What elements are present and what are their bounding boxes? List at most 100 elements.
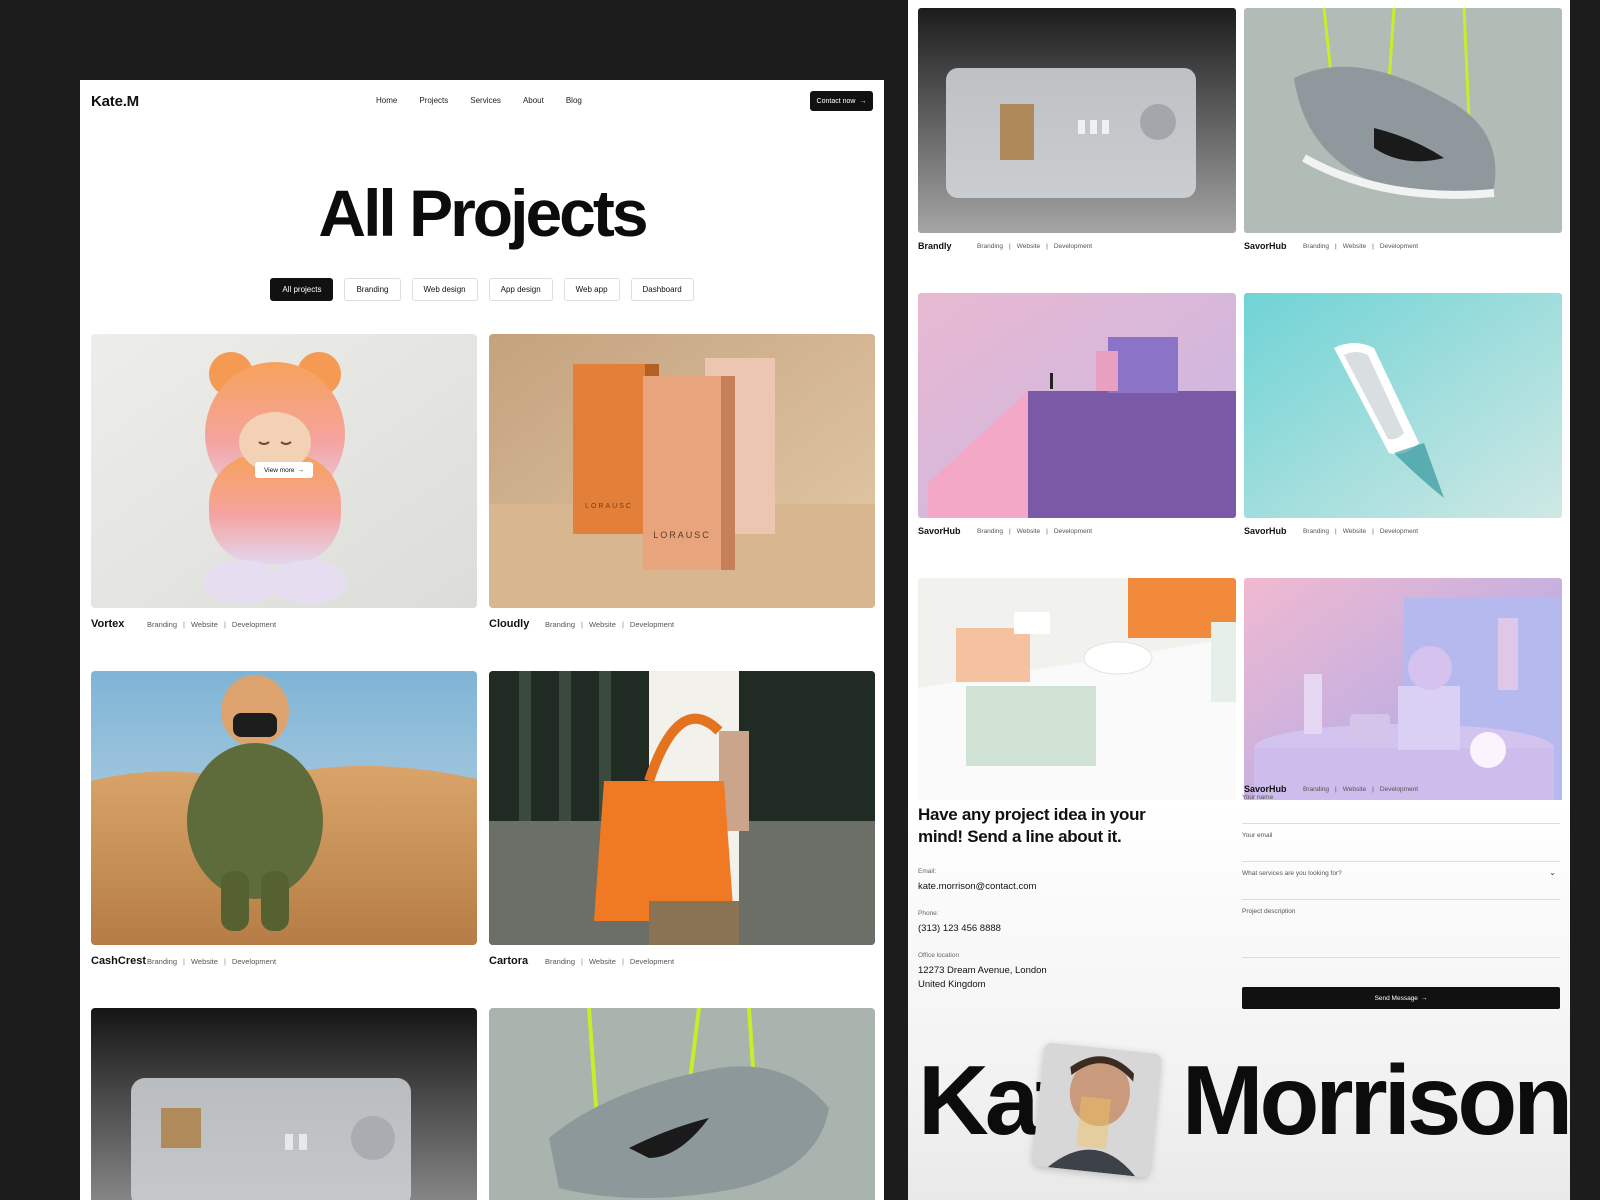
- office-line1: 12273 Dream Avenue, London: [918, 965, 1047, 976]
- boat-water-image: [1244, 293, 1562, 518]
- portrait-image: [1031, 1042, 1163, 1178]
- email-placeholder: Your email: [1242, 832, 1273, 839]
- project-card[interactable]: [1244, 578, 1562, 803]
- phone-value[interactable]: (313) 123 456 8888: [918, 922, 1001, 936]
- project-title: Cloudly: [489, 618, 530, 630]
- description-field[interactable]: Project description: [1242, 900, 1560, 958]
- phone-label: Phone:: [918, 910, 939, 917]
- footer-name: Kat Morrison: [918, 1050, 1570, 1150]
- page-title: All Projects: [318, 176, 648, 250]
- nav-about[interactable]: About: [523, 96, 544, 105]
- project-title: Brandly: [918, 241, 952, 251]
- tag: Development: [1379, 242, 1419, 250]
- product-blocks-image: [918, 578, 1236, 803]
- view-more-button[interactable]: View more →: [255, 462, 313, 478]
- nav-blog[interactable]: Blog: [566, 96, 582, 105]
- project-image[interactable]: LORAUSC LORAUSC: [489, 334, 875, 608]
- nav-projects[interactable]: Projects: [419, 96, 448, 105]
- name-field[interactable]: Your name: [1242, 786, 1560, 824]
- project-card[interactable]: Cartora Branding | Website | Development: [489, 671, 875, 967]
- office-label: Office location: [918, 952, 960, 959]
- project-card[interactable]: LORAUSC LORAUSC Cloudly Branding | Websit…: [489, 334, 875, 630]
- chevron-down-icon: ⌄: [1549, 868, 1556, 877]
- tag: Branding: [545, 619, 576, 629]
- filter-bar: All projects Branding Web design App des…: [80, 278, 884, 301]
- description-placeholder: Project description: [1242, 908, 1296, 915]
- project-card[interactable]: CashCrest Branding | Website | Development: [91, 671, 477, 967]
- project-image[interactable]: [489, 671, 875, 945]
- nav-services[interactable]: Services: [470, 96, 501, 105]
- tag: Website: [1016, 242, 1041, 250]
- view-more-label: View more: [263, 466, 295, 474]
- portrait-photo: [1031, 1042, 1163, 1178]
- contact-heading: Have any project idea in your mind! Send…: [918, 805, 1146, 846]
- nav-links: Home Projects Services About Blog: [376, 96, 604, 105]
- filter-dashboard[interactable]: Dashboard: [630, 278, 694, 301]
- filter-branding[interactable]: Branding: [344, 278, 401, 301]
- tag: Development: [1053, 527, 1093, 535]
- tag: Website: [190, 956, 218, 966]
- tag: Development: [231, 956, 277, 966]
- project-card[interactable]: SavorHub Branding | Website | Development: [1244, 293, 1562, 536]
- desert-figure-image: [91, 671, 477, 945]
- sneaker-image: [489, 1008, 875, 1200]
- box-label: LORAUSC: [585, 503, 633, 510]
- email-field[interactable]: Your email: [1242, 824, 1560, 862]
- nav-home[interactable]: Home: [376, 96, 397, 105]
- projects-page: Kate.M Home Projects Services About Blog…: [80, 80, 884, 1200]
- tag: Website: [1342, 527, 1367, 535]
- project-image[interactable]: [489, 1008, 875, 1200]
- project-tags: Branding | Website | Development: [977, 527, 1093, 535]
- project-image[interactable]: View more →: [91, 334, 477, 608]
- clear-device-image: [91, 1008, 477, 1200]
- clear-device-image: [918, 8, 1236, 233]
- top-nav: Kate.M Home Projects Services About Blog…: [80, 80, 884, 122]
- project-card[interactable]: SavorHub Branding | Website | Development: [918, 293, 1236, 536]
- project-card[interactable]: [91, 1008, 477, 1200]
- tag: Development: [629, 619, 675, 629]
- project-image[interactable]: [918, 293, 1236, 518]
- project-title: Vortex: [91, 618, 125, 630]
- brand-logo[interactable]: Kate.M: [91, 93, 139, 110]
- filter-web-design[interactable]: Web design: [411, 278, 478, 301]
- tag: Website: [588, 956, 616, 966]
- tag: Branding: [1303, 242, 1330, 250]
- tag: Development: [1053, 242, 1093, 250]
- send-message-button[interactable]: Send Message →: [1242, 987, 1560, 1009]
- tag: Branding: [545, 956, 576, 966]
- arrow-right-icon: →: [859, 97, 867, 105]
- project-image[interactable]: [1244, 8, 1562, 233]
- project-title: CashCrest: [91, 955, 147, 967]
- filter-web-app[interactable]: Web app: [563, 278, 620, 301]
- architecture-image: [918, 293, 1236, 518]
- tag: Branding: [147, 956, 178, 966]
- office-line2: United Kingdom: [918, 979, 986, 990]
- tag: Website: [588, 619, 616, 629]
- tag: Website: [1342, 242, 1367, 250]
- project-image[interactable]: [1244, 293, 1562, 518]
- project-image[interactable]: [1244, 578, 1562, 803]
- project-card[interactable]: Brandly Branding | Website | Development: [918, 8, 1236, 251]
- tag: Branding: [147, 619, 178, 629]
- project-title: Cartora: [489, 955, 529, 967]
- filter-all-projects[interactable]: All projects: [270, 278, 334, 301]
- project-card[interactable]: SavorHub Branding | Website | Development: [1244, 8, 1562, 251]
- services-select[interactable]: What services are you looking for? ⌄: [1242, 862, 1560, 900]
- contact-now-button[interactable]: Contact now →: [810, 91, 873, 111]
- project-image[interactable]: [918, 8, 1236, 233]
- email-value[interactable]: kate.morrison@contact.com: [918, 880, 1036, 894]
- filter-app-design[interactable]: App design: [488, 278, 553, 301]
- footer-name-last: Morrison: [1181, 1045, 1570, 1155]
- project-image[interactable]: [918, 578, 1236, 803]
- project-card[interactable]: [918, 578, 1236, 803]
- tag: Development: [1379, 527, 1419, 535]
- project-image[interactable]: [91, 671, 477, 945]
- tag: Development: [629, 956, 675, 966]
- tag: Branding: [977, 527, 1004, 535]
- project-tags: Branding | Website | Development: [545, 619, 675, 629]
- tag: Website: [190, 619, 218, 629]
- project-card[interactable]: [489, 1008, 875, 1200]
- tag: Development: [231, 619, 277, 629]
- project-image[interactable]: [91, 1008, 477, 1200]
- project-card[interactable]: View more → Vortex Branding | Website | De…: [91, 334, 477, 630]
